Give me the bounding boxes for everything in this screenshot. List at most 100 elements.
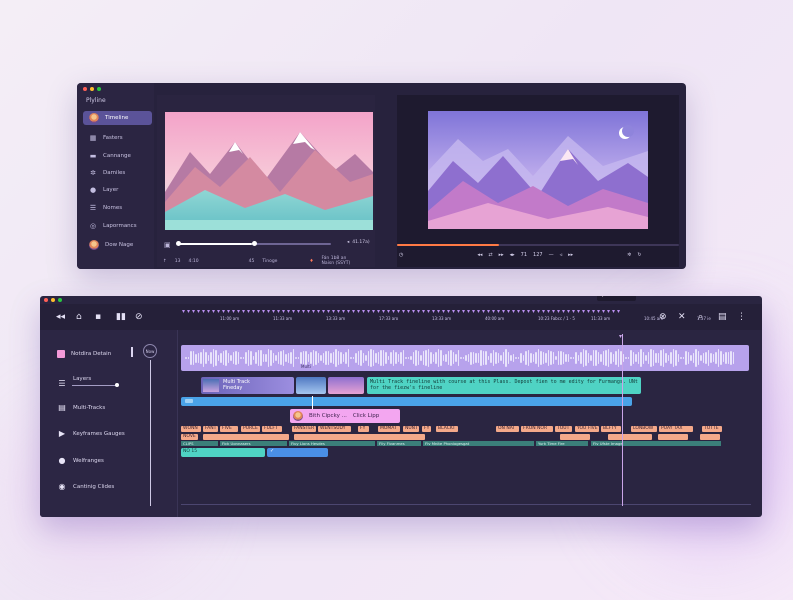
sidebar-item-timeline[interactable]: Timeline — [83, 111, 152, 125]
sub-tag[interactable]: Fliy Fivanmes — [377, 441, 421, 446]
clock-icon[interactable]: ◷ — [399, 252, 403, 258]
lane-multi-tracks[interactable]: ▤ Multi-Tracks — [57, 403, 105, 412]
dash-icon[interactable]: — — [549, 252, 554, 258]
keyframe-tag[interactable]: FANSTER — [292, 426, 316, 432]
keyframe-tag[interactable]: TOTTE — [702, 426, 722, 432]
now-marker[interactable]: Now — [143, 344, 157, 358]
lane-layers[interactable]: ☰ Layers — [57, 376, 91, 388]
play-icon[interactable]: ▶ — [602, 296, 606, 298]
keyframe-tag[interactable]: WONN — [181, 426, 201, 432]
rewind-icon[interactable]: ◂◂ — [56, 312, 65, 322]
forward-icon[interactable]: ▸▸ — [499, 252, 504, 258]
title-clip[interactable]: Multi Track Fineday — [201, 377, 294, 394]
keyframe-bar[interactable] — [700, 434, 720, 440]
keyframe-tag[interactable]: FIVE — [220, 426, 238, 432]
left-start-handle[interactable] — [176, 241, 181, 246]
sub-tag[interactable]: CLIPS — [181, 441, 218, 446]
maximize-dot[interactable] — [58, 298, 62, 302]
text-clip[interactable]: Multi Track fineline with course at this… — [367, 377, 641, 394]
keyframe-tag[interactable]: FY — [422, 426, 431, 432]
split-icon[interactable]: ◂▸ — [510, 252, 515, 258]
keyframe-bar[interactable] — [203, 434, 289, 440]
levels-icon[interactable]: ▮▮ — [116, 312, 126, 322]
minimize-dot[interactable] — [51, 298, 55, 302]
sub-tag[interactable]: Yurk Time Fire — [536, 441, 588, 446]
ruler-marker — [382, 310, 385, 313]
maximize-dot[interactable] — [97, 87, 101, 91]
ruler-marker — [332, 310, 335, 313]
loop-icon[interactable]: ⇄ — [488, 252, 492, 258]
sidebar-item-profile[interactable]: Dow Nage — [83, 238, 152, 252]
blue-clip[interactable]: ✓ — [267, 448, 328, 457]
sidebar-item-layer[interactable]: ● Layer — [83, 183, 152, 197]
keyframe-tag[interactable]: WENTSUDY — [318, 426, 351, 432]
keyframe-tag[interactable]: FANT — [203, 426, 218, 432]
frame-icon[interactable]: ▣ — [164, 241, 171, 249]
settings-icon[interactable]: ✲ — [627, 252, 631, 258]
minimize-dot[interactable] — [90, 87, 94, 91]
sidebar-item-lapormancs[interactable]: ◎ Lapormancs — [83, 219, 152, 233]
video-clip[interactable] — [296, 377, 326, 394]
lane-cantinig-clides[interactable]: ◉ Cantinig Clides — [57, 482, 115, 491]
teal-clip[interactable]: NO 15 — [181, 448, 265, 457]
keyframe-tag[interactable]: PUAY TAX — [659, 426, 693, 432]
image-label: Tinoge — [262, 258, 278, 264]
layers-slider-handle[interactable] — [115, 383, 119, 387]
keyframe-tag[interactable]: BLACKT — [436, 426, 458, 432]
audio-waveform-clip[interactable]: Multi — [181, 345, 749, 371]
volume-icon[interactable]: ◃ — [560, 252, 563, 258]
layers-slider[interactable] — [72, 385, 118, 386]
sub-tag[interactable]: Flv Mnite Phoniogesgat — [423, 441, 534, 446]
lane-resize-handle[interactable] — [131, 347, 133, 357]
sub-tag[interactable]: Fiuy Lions Hesdes — [289, 441, 375, 446]
sub-tag[interactable]: Flv Ufste Image — [591, 441, 721, 446]
keyframe-tag[interactable]: NOVE — [181, 434, 198, 440]
keyframe-tag[interactable]: TOUT — [555, 426, 572, 432]
keyframe-tag[interactable]: BLFTY — [601, 426, 621, 432]
keyframe-tag[interactable]: FULFT — [262, 426, 282, 432]
marker-clip[interactable]: Bith Cipcky ... Click Lipp — [290, 409, 400, 423]
refresh-icon[interactable]: ↻ — [637, 252, 641, 258]
volume-icon[interactable]: ◂ — [347, 240, 349, 245]
left-seek-handle[interactable] — [251, 241, 257, 246]
keyframe-tag[interactable]: NUNT — [403, 426, 419, 432]
playhead[interactable] — [622, 334, 623, 506]
blue-track-bar[interactable] — [181, 397, 632, 406]
sidebar-item-damiles[interactable]: ✲ Damiles — [83, 166, 152, 180]
sidebar-item-label: Cannange — [103, 153, 131, 159]
home-icon[interactable]: ⌂ — [76, 312, 82, 322]
keyframe-tag[interactable]: FRON NOR — [521, 426, 553, 432]
mountain-thumbnail — [165, 112, 373, 230]
sidebar-item-fasters[interactable]: ▦ Fasters — [83, 131, 152, 145]
keyframe-tag[interactable]: ON NAT — [496, 426, 519, 432]
sidebar-item-cannange[interactable]: ▬ Cannange — [83, 149, 152, 163]
rewind-icon[interactable]: ◂◂ — [477, 252, 482, 258]
keyframe-bar[interactable] — [560, 434, 590, 440]
keyframe-tag[interactable]: MOMAT — [378, 426, 400, 432]
sub-tag[interactable]: Fick Uonnasers — [220, 441, 287, 446]
keyframe-tag[interactable]: FY — [358, 426, 369, 432]
marker-action[interactable]: Click Lipp — [353, 413, 379, 419]
video-clip[interactable] — [328, 377, 364, 394]
close-dot[interactable] — [83, 87, 87, 91]
time-ruler[interactable]: 11:00 am 11:33 am 13:33 am 17:33 aro 13:33 a… — [182, 310, 762, 324]
lane-keyframes-gauges[interactable]: ▶ Keyframes Gauges — [57, 429, 125, 438]
lane-welfranges[interactable]: ● Welfranges — [57, 456, 104, 465]
close-dot[interactable] — [44, 298, 48, 302]
ruler-marker — [202, 310, 205, 313]
keyframe-tag[interactable]: PURCE — [241, 426, 260, 432]
keyframe-bar[interactable] — [294, 434, 425, 440]
keyframe-bar[interactable] — [608, 434, 652, 440]
bookmark-icon[interactable]: ▪ — [95, 312, 101, 322]
lane-notdira-detain[interactable]: Notdira Detain — [57, 350, 111, 358]
chevron-down-icon[interactable]: ⌄ — [627, 296, 631, 298]
teal-clip-label: NO 15 — [183, 449, 198, 454]
ruler-marker — [412, 310, 415, 313]
keyframe-tag[interactable]: YOU FIVE — [575, 426, 599, 432]
skip-icon[interactable]: ▸▸ — [568, 252, 573, 258]
compass-icon[interactable]: ⊘ — [135, 312, 143, 322]
sidebar-item-nomes[interactable]: ☰ Nomes — [83, 201, 152, 215]
up-arrow-icon[interactable]: ↑ — [163, 259, 167, 264]
keyframe-bar[interactable] — [658, 434, 688, 440]
keyframe-tag[interactable]: LONBOW — [631, 426, 657, 432]
